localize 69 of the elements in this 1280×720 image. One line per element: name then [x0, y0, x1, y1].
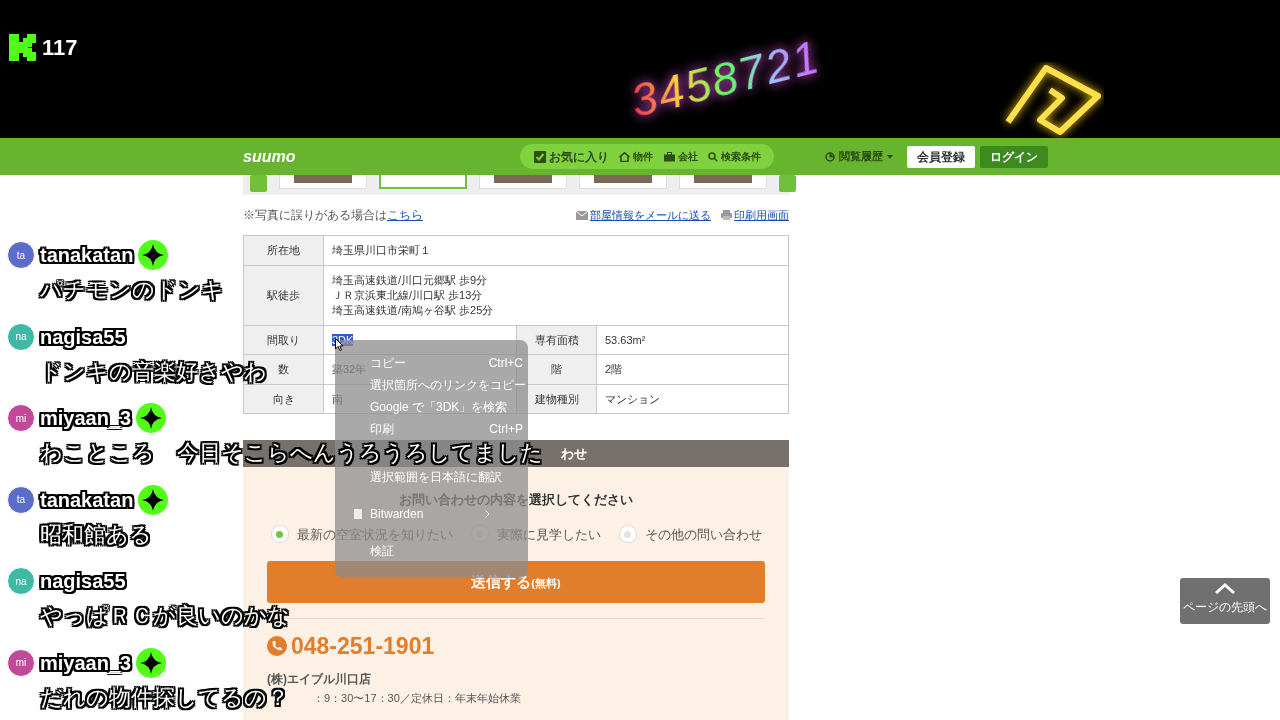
nav-button[interactable]: 会員登録	[907, 145, 975, 168]
photo-placeholder	[694, 175, 752, 183]
photo-thumbnail[interactable]	[479, 175, 567, 189]
table-header-cell: 間取り	[243, 325, 324, 355]
checkbox-icon	[533, 150, 546, 163]
username: tanakatan	[40, 243, 134, 268]
user-avatar: na	[7, 322, 35, 351]
inquiry-title: わせ	[561, 444, 587, 463]
photo-placeholder	[294, 175, 352, 183]
nav-link[interactable]: 検索条件	[708, 149, 762, 164]
photo-thumbnail[interactable]	[579, 175, 667, 189]
photo-thumbnail[interactable]	[679, 175, 767, 189]
user-avatar: ta	[7, 241, 35, 269]
radio-option[interactable]: その他の問い合わせ	[618, 524, 762, 544]
table-header-cell: 向き	[243, 384, 324, 414]
table-cell: 53.63m²	[596, 325, 789, 355]
photo-thumbnail[interactable]	[379, 175, 467, 189]
phone-number: 048-251-1901	[291, 632, 435, 661]
username: nagisa55	[40, 569, 126, 596]
user-avatar: mi	[7, 404, 35, 432]
printer-icon	[721, 210, 732, 220]
table-header-cell: 所在地	[243, 235, 324, 266]
username: nagisa55	[40, 324, 126, 352]
mail-link[interactable]: 部屋情報をメールに送る	[590, 206, 711, 224]
viewer-count: 117	[42, 34, 78, 62]
k-logo-icon	[9, 34, 36, 61]
briefcase-icon	[663, 151, 675, 162]
next-photo-button[interactable]	[779, 175, 796, 192]
history-menu[interactable]: 閲覧履歴	[825, 148, 893, 165]
mail-icon	[576, 210, 588, 220]
nav-link[interactable]: 物件	[619, 149, 654, 164]
company-name: (株)エイブル川口店	[267, 670, 372, 687]
user-avatar: ta	[7, 485, 35, 514]
site-logo[interactable]: suumo	[243, 144, 296, 169]
chevron-icon	[485, 510, 491, 518]
clock-icon	[825, 151, 835, 162]
chevron-up-icon	[1214, 582, 1236, 595]
nav-link[interactable]: お気に入り	[533, 147, 609, 166]
radio-button[interactable]	[618, 525, 637, 544]
chat-message: パチモンのドンキ	[40, 276, 224, 304]
nav-link[interactable]: 会社	[663, 149, 698, 164]
house-icon	[619, 151, 631, 162]
chat-message: 昭和館ある	[40, 520, 152, 550]
print-link[interactable]: 印刷用画面	[734, 206, 789, 224]
table-cell: 2階	[596, 354, 789, 385]
search-icon	[708, 151, 719, 162]
photo-placeholder	[494, 175, 552, 183]
table-header-cell: 駅徒歩	[243, 265, 324, 326]
phone-icon	[267, 636, 287, 657]
nav-button[interactable]: ログイン	[980, 145, 1048, 168]
username: tanakatan	[40, 487, 134, 513]
table-cell: 埼玉高速鉄道/川口元郷駅 歩9分 ＪＲ京浜東北線/川口駅 歩13分 埼玉高速鉄道/南鳩ヶ谷駅 歩25分	[323, 265, 789, 326]
shield-icon	[354, 509, 362, 519]
username: miyaan_3	[40, 406, 132, 433]
dropdown-caret-icon	[887, 154, 893, 159]
user-avatar: na	[7, 567, 35, 595]
username: miyaan_3	[40, 650, 132, 678]
table-cell: 埼玉県川口市栄町１	[323, 235, 789, 266]
photo-placeholder	[594, 175, 652, 183]
user-avatar: mi	[7, 648, 35, 677]
chat-message: ドンキの音楽好きやわ	[40, 357, 267, 387]
business-hours: ：9：30〜17：30／定休日：年末年始休業	[313, 690, 522, 706]
chat-message: やっぱＲＣが良いのかな	[40, 601, 290, 631]
table-cell: マンション	[596, 384, 789, 414]
photo-thumbnail[interactable]	[279, 175, 367, 189]
link[interactable]: こちら	[387, 208, 423, 222]
radio-button[interactable]	[270, 525, 289, 544]
photo-error-note: ※写真に誤りがある場合はこちら	[243, 207, 423, 224]
back-to-top-button[interactable]: ページの先頭へ	[1180, 578, 1270, 624]
